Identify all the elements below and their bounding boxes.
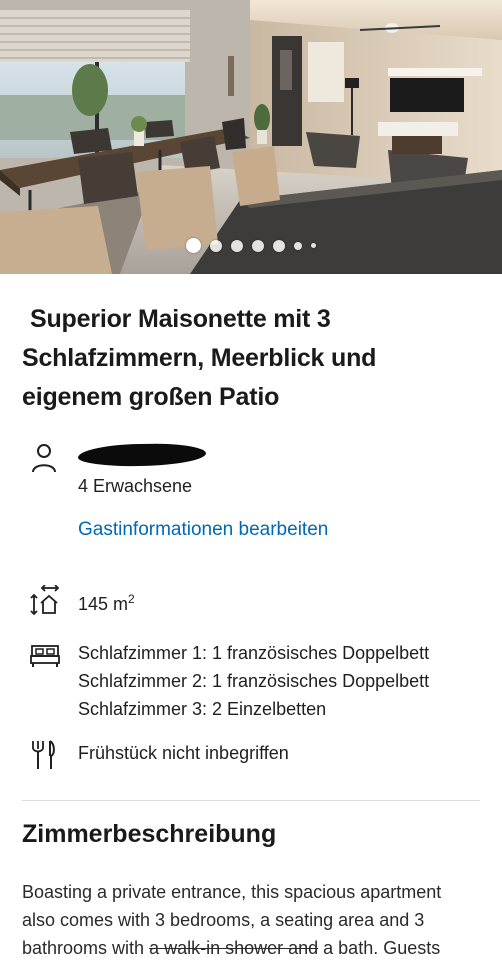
carousel-dot[interactable] <box>294 241 302 250</box>
carousel-dot[interactable] <box>252 239 264 252</box>
bed-config-line: Schlafzimmer 2: 1 französisches Doppelbe… <box>78 671 430 691</box>
description-line: bathrooms with a walk-in shower and a ba… <box>22 934 492 962</box>
edit-guest-info-link[interactable]: Gastinformationen bearbeiten <box>78 519 328 541</box>
description-line: also comes with 3 bedrooms, a seating ar… <box>22 910 425 930</box>
carousel-dot[interactable] <box>231 239 243 252</box>
room-title-line: Schlafzimmern, Meerblick und <box>22 344 377 372</box>
room-title-line: Superior Maisonette mit 3 <box>30 305 331 333</box>
room-description: Boasting a private entrance, this spacio… <box>22 878 492 962</box>
carousel-dot[interactable] <box>311 243 316 248</box>
carousel-dots[interactable] <box>0 238 502 253</box>
room-title-line: eigenem großen Patio <box>22 383 280 411</box>
description-text: a bath. Guests <box>318 938 441 958</box>
bed-config-line: Schlafzimmer 3: 2 Einzelbetten <box>78 699 327 719</box>
section-divider <box>22 800 480 801</box>
carousel-dot[interactable] <box>210 239 222 252</box>
redacted-guest-name <box>77 442 207 468</box>
cutlery-icon <box>30 740 56 775</box>
guest-occupancy: 4 Erwachsene <box>78 476 193 496</box>
carousel-dot[interactable] <box>273 239 285 252</box>
bed-config-line: Schlafzimmer 1: 1 französisches Doppelbe… <box>78 643 430 663</box>
hero-photo[interactable] <box>0 0 502 274</box>
room-size: 145 m2 <box>78 586 135 618</box>
meal-info: Frühstück nicht inbegriffen <box>78 743 289 763</box>
carousel-dot[interactable] <box>186 238 201 253</box>
description-heading: Zimmerbeschreibung <box>22 820 277 848</box>
room-size-value: 145 m <box>78 594 129 614</box>
room-size-icon <box>30 584 60 620</box>
struck-text: a walk-in shower and <box>149 938 319 958</box>
description-text: bathrooms with <box>22 938 150 958</box>
room-size-exponent: 2 <box>128 592 135 606</box>
room-title: Superior Maisonette mit 3 Schlafzimmern,… <box>22 300 462 417</box>
description-line: Boasting a private entrance, this spacio… <box>22 882 442 902</box>
hero-photo-illustration <box>0 0 502 274</box>
person-icon <box>30 443 58 478</box>
bed-icon <box>30 644 60 673</box>
